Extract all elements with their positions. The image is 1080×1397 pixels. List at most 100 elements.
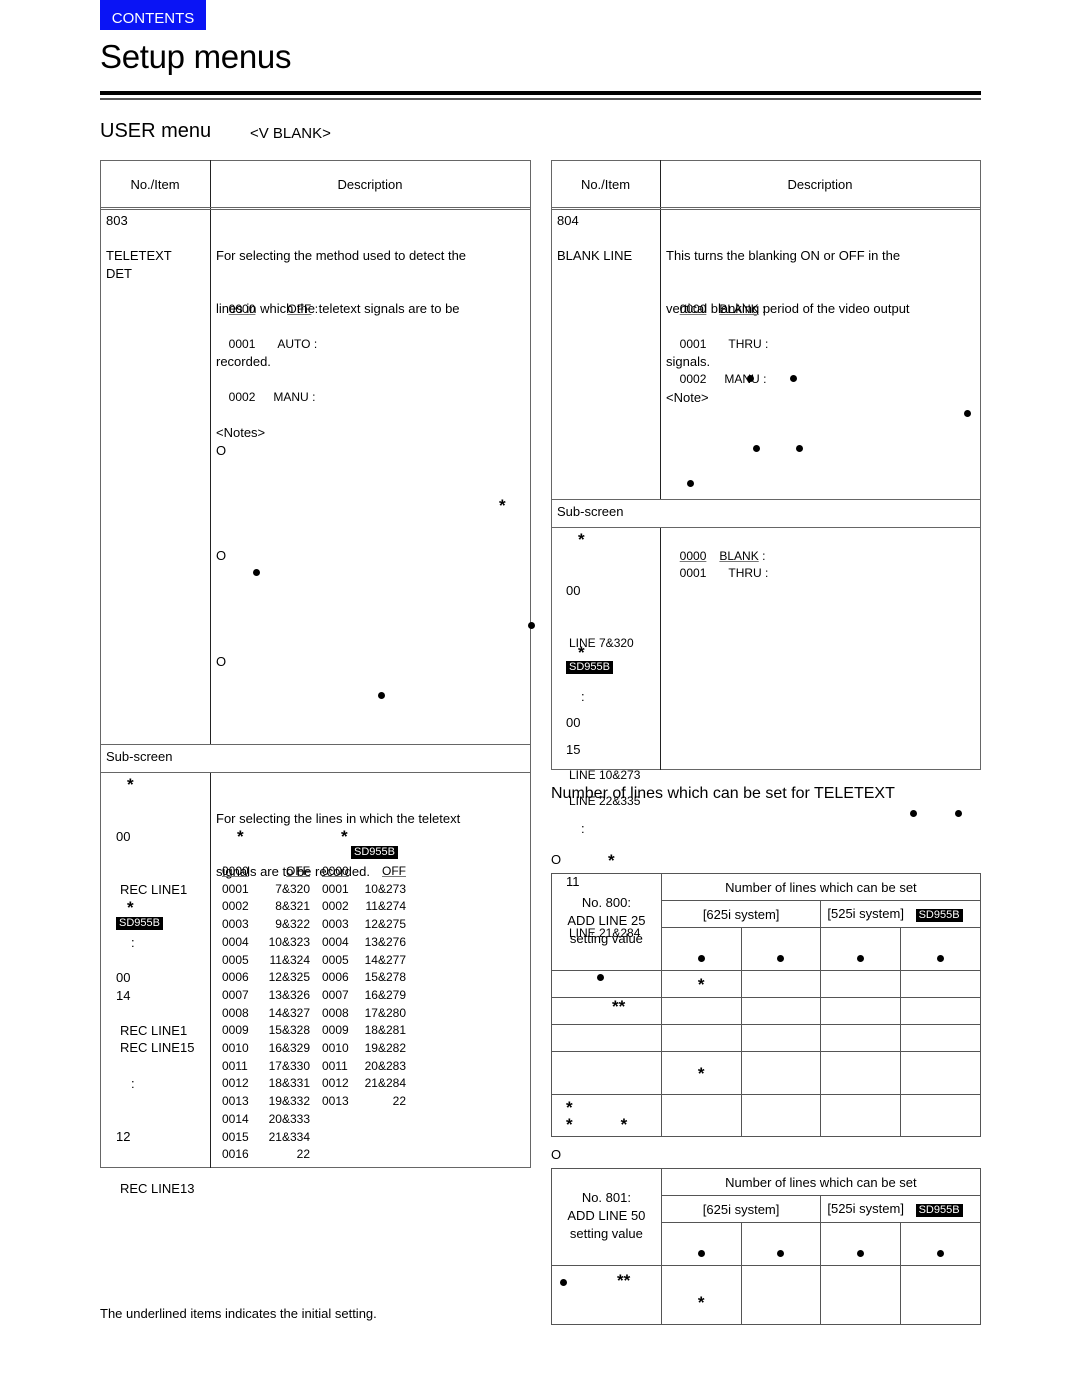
- title-rule: [100, 91, 981, 95]
- line-option-row: 0008 14&327: [222, 1005, 310, 1023]
- line-option-row: 0005 14&277: [322, 952, 406, 970]
- item-803-number: 803: [106, 213, 128, 228]
- model-badge: SD955B: [566, 661, 613, 674]
- range-ellipsis: :: [131, 1075, 135, 1091]
- line-list-625: 0000 OFF 0001 7&320 0002 8&321 0003 9&322 0004 10…: [222, 863, 310, 1164]
- line-option-value: 14&327: [268, 1005, 310, 1020]
- option-code: 0002: [679, 371, 707, 386]
- line-option-value: 10&273: [364, 881, 406, 896]
- line-option-value: 8&321: [275, 899, 310, 914]
- line-option-code: 0014: [222, 1111, 249, 1126]
- bullet-icon: [937, 954, 945, 962]
- line-option-value: 19&282: [364, 1041, 406, 1056]
- line-option-code: 0005: [222, 952, 249, 967]
- line-option-row: 0007 13&326: [222, 987, 310, 1005]
- note-label: <Note>: [666, 390, 709, 405]
- line-option-code: 0002: [222, 899, 249, 914]
- option-804-thru: 0001 THRU :: [673, 318, 769, 353]
- option-code: 0001: [228, 336, 256, 351]
- line-option-code: 0008: [222, 1005, 249, 1020]
- range-start-label: LINE 10&273: [569, 767, 641, 782]
- row-label-line: No. 801:: [581, 1190, 631, 1205]
- line-option-value: 18&281: [364, 1023, 406, 1038]
- line-option-code: 0011: [322, 1058, 348, 1073]
- range-start-label: REC LINE1: [120, 1022, 188, 1038]
- line-option-value: OFF: [382, 864, 406, 878]
- line-option-code: 0001: [222, 881, 249, 896]
- line-option-value: 13&276: [364, 934, 406, 949]
- row-label-800: No. 800: ADD LINE 25 setting value: [551, 873, 662, 971]
- line-option-value: 7&320: [275, 881, 310, 896]
- bullet-icon: [857, 954, 865, 962]
- bullet-icon: [964, 410, 971, 417]
- bullet-icon: [955, 810, 962, 817]
- line-option-value: 16&279: [364, 987, 406, 1002]
- line-option-code: 0008: [322, 1005, 349, 1020]
- option-803-off: 0000 OFF :: [222, 283, 318, 318]
- bullet-icon: [378, 692, 385, 699]
- option-label: MANU: [724, 371, 760, 386]
- asterisk-icon: *: [697, 1292, 705, 1312]
- left-subscreen-label: Sub-screen: [106, 749, 173, 764]
- add-line-25-table: No. 800: ADD LINE 25 setting value Numbe…: [551, 873, 982, 1137]
- row-label-line: ADD LINE 25: [567, 913, 646, 928]
- line-option-row: 0006 12&325: [222, 969, 310, 987]
- line-option-code: 0003: [222, 917, 249, 932]
- line-option-row: 0013 22: [322, 1093, 406, 1111]
- left-column-divider-sub: [210, 772, 211, 1168]
- range-start: 00: [566, 583, 581, 599]
- left-column-divider: [210, 160, 211, 745]
- note-marker: O: [216, 443, 227, 458]
- line-option-code: 0011: [222, 1058, 248, 1073]
- note-marker: O: [551, 852, 562, 867]
- system-525-label: [525i system]: [827, 906, 904, 921]
- description-line: This turns the blanking ON or OFF in the: [666, 248, 901, 264]
- line-option-code: 0009: [222, 1023, 249, 1038]
- line-list-525: 0000 OFF 0001 10&273 0002 11&274 0003 12&275 000…: [322, 863, 406, 1111]
- asterisk-icon: *: [237, 827, 244, 846]
- model-badge: SD955B: [351, 846, 398, 859]
- line-option-value: 13&326: [268, 987, 310, 1002]
- asterisk-icon: *: [127, 775, 134, 794]
- range-start: 00: [566, 715, 581, 731]
- line-option-code: 0012: [222, 1076, 249, 1091]
- subcolumn-header: [740, 1222, 822, 1266]
- range-start-label: REC LINE1: [120, 881, 188, 897]
- line-option-row: 0012 18&331: [222, 1075, 310, 1093]
- subscreen-range: 00 REC LINE1 : 12 REC LINE13: [116, 934, 194, 1216]
- line-option-value: 17&280: [364, 1005, 406, 1020]
- note-marker: O: [216, 654, 227, 669]
- line-option-value: 22: [296, 1147, 310, 1162]
- line-option-code: 0003: [322, 917, 349, 932]
- line-option-code: 0002: [322, 899, 349, 914]
- table-row: ** *: [551, 1265, 981, 1325]
- line-option-value: 21&284: [364, 1076, 406, 1091]
- line-option-row: 0008 17&280: [322, 1005, 406, 1023]
- asterisk-icon: *: [697, 1063, 705, 1083]
- system-625-header: [625i system]: [660, 900, 822, 928]
- line-option-row: 0013 19&332: [222, 1093, 310, 1111]
- subcolumn-header: [660, 1222, 742, 1266]
- line-option-value: 12&325: [268, 970, 310, 985]
- right-column-divider-sub: [660, 527, 661, 770]
- option-label: MANU: [273, 389, 309, 404]
- line-option-code: 0016: [222, 1147, 249, 1162]
- left-subscreen-rule-top: [100, 744, 531, 745]
- double-asterisk-icon: **: [612, 997, 626, 1016]
- asterisk-icon: *: [566, 1097, 573, 1117]
- option-colon: :: [765, 565, 769, 580]
- line-option-row: 0004 13&276: [322, 934, 406, 952]
- group-header: Number of lines which can be set: [660, 1168, 982, 1196]
- model-badge: SD955B: [915, 909, 963, 922]
- option-label: THRU: [728, 565, 762, 580]
- system-525-header: [525i system] SD955B: [820, 900, 981, 928]
- left-subscreen-rule-bottom: [100, 772, 531, 773]
- line-option-row: 0014 20&333: [222, 1111, 310, 1129]
- option-colon: :: [312, 389, 316, 404]
- line-option-row: 0001 7&320: [222, 881, 310, 899]
- line-option-row: 0009 15&328: [222, 1022, 310, 1040]
- title-rule-thin: [100, 98, 981, 100]
- item-803-name: TELETEXT: [106, 248, 172, 263]
- line-option-code: 0012: [322, 1076, 349, 1091]
- contents-button[interactable]: CONTENTS: [100, 0, 206, 30]
